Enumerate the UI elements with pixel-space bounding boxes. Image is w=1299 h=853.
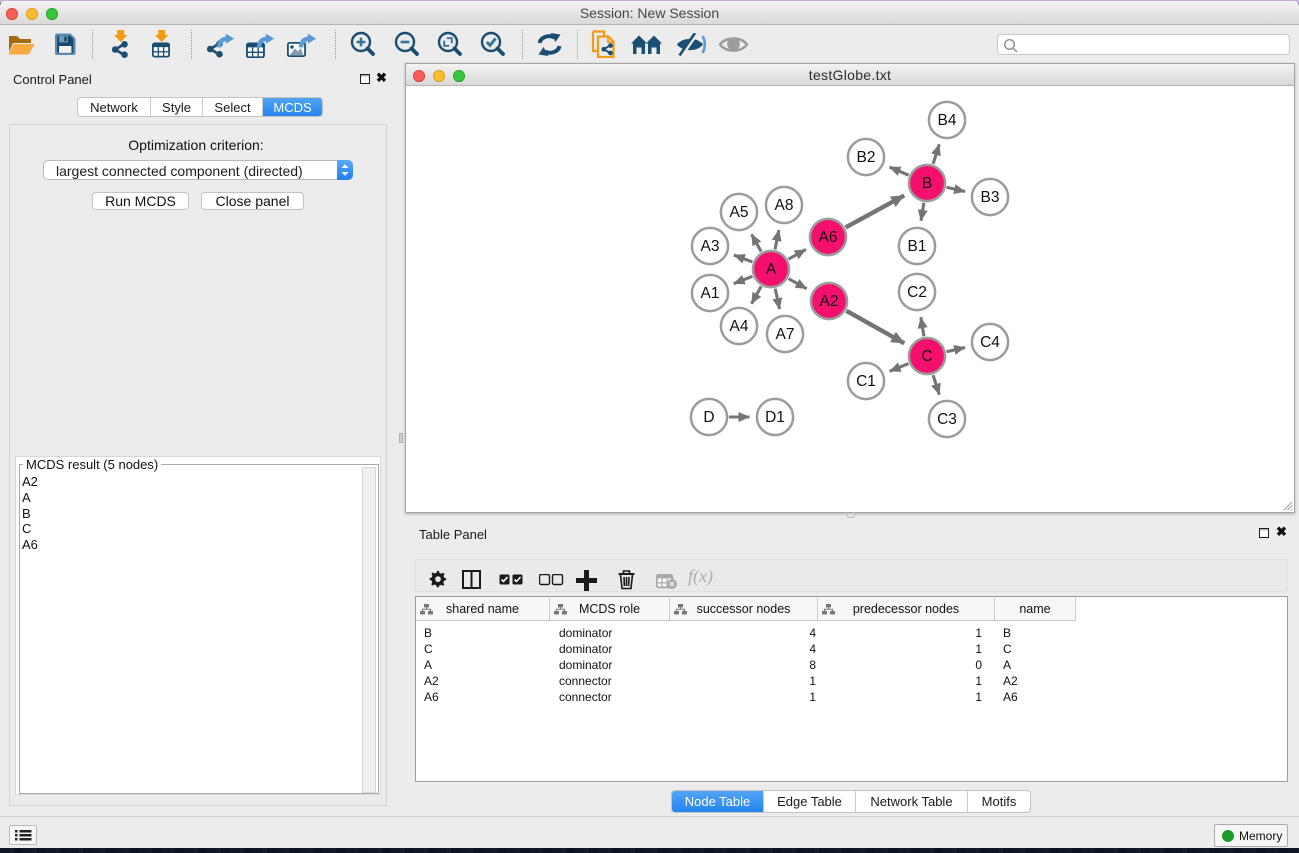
svg-text:B1: B1 bbox=[908, 238, 927, 255]
svg-text:A6: A6 bbox=[819, 229, 838, 246]
svg-text:C3: C3 bbox=[937, 411, 957, 428]
svg-text:C2: C2 bbox=[907, 284, 927, 301]
svg-text:A4: A4 bbox=[730, 318, 749, 335]
svg-text:B: B bbox=[922, 175, 932, 192]
svg-text:A8: A8 bbox=[775, 197, 794, 214]
svg-text:A5: A5 bbox=[730, 204, 749, 221]
svg-text:A2: A2 bbox=[820, 293, 839, 310]
svg-text:A: A bbox=[766, 261, 777, 278]
svg-text:A1: A1 bbox=[701, 285, 720, 302]
svg-text:C4: C4 bbox=[980, 334, 1000, 351]
svg-text:D1: D1 bbox=[765, 409, 785, 426]
svg-text:A3: A3 bbox=[701, 238, 720, 255]
svg-text:B3: B3 bbox=[981, 189, 1000, 206]
svg-text:C1: C1 bbox=[856, 373, 876, 390]
svg-text:B4: B4 bbox=[938, 112, 957, 129]
svg-text:B2: B2 bbox=[857, 149, 876, 166]
svg-text:C: C bbox=[921, 348, 932, 365]
svg-text:D: D bbox=[703, 409, 714, 426]
svg-text:A7: A7 bbox=[776, 326, 795, 343]
